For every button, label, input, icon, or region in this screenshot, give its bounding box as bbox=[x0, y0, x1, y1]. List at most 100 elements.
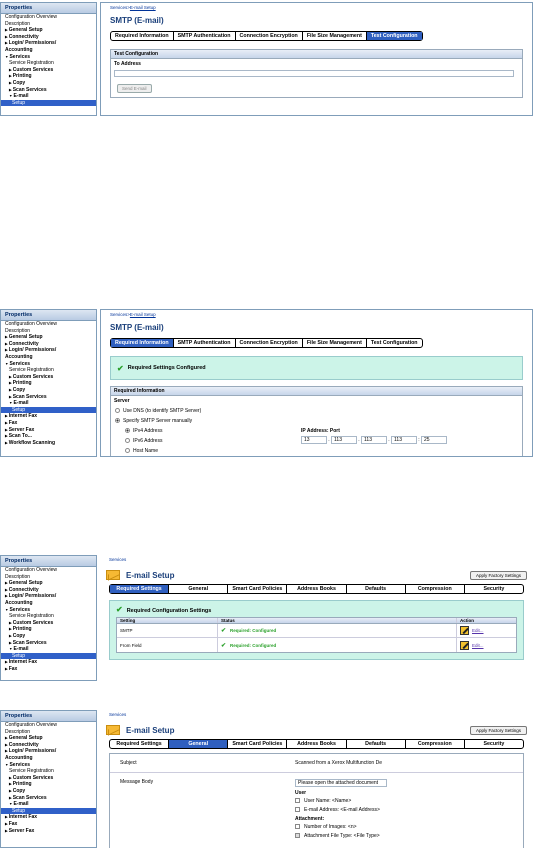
sidebar-item-scan-services[interactable]: ▶Scan Services bbox=[1, 87, 96, 94]
user-email-option[interactable]: E-mail Address: <E-mail Address> bbox=[295, 807, 387, 813]
sidebar-item-custom-services[interactable]: ▶Custom Services bbox=[1, 620, 96, 627]
edit-link[interactable]: Edit... bbox=[472, 628, 484, 633]
sidebar-item-services[interactable]: ▼Services bbox=[1, 762, 96, 769]
tab-compression[interactable]: Compression bbox=[406, 585, 465, 593]
sidebar-item-login-permissions[interactable]: ▶Login/ Permissions/ bbox=[1, 40, 96, 47]
tab-test-configuration[interactable]: Test Configuration bbox=[366, 32, 422, 40]
user-name-option[interactable]: User Name: <Name> bbox=[295, 798, 387, 804]
tab-required-information[interactable]: Required Information bbox=[111, 339, 174, 347]
sidebar-item-printing[interactable]: ▶Printing bbox=[1, 626, 96, 633]
radio-hostname[interactable] bbox=[125, 448, 130, 454]
sidebar-item-copy[interactable]: ▶Copy bbox=[1, 633, 96, 640]
sidebar-item-scan-services[interactable]: ▶Scan Services bbox=[1, 795, 96, 802]
sidebar-item-description[interactable]: Description bbox=[1, 328, 96, 335]
sidebar-item-connectivity[interactable]: ▶Connectivity bbox=[1, 341, 96, 348]
sidebar-item-email[interactable]: ▼E-mail bbox=[1, 646, 96, 653]
sidebar-item-custom-services[interactable]: ▶Custom Services bbox=[1, 775, 96, 782]
sidebar-item-email[interactable]: ▼E-mail bbox=[1, 801, 96, 808]
sidebar-item-accounting[interactable]: Accounting bbox=[1, 600, 96, 607]
sidebar-item-connectivity[interactable]: ▶Connectivity bbox=[1, 742, 96, 749]
user-name-checkbox[interactable] bbox=[295, 798, 300, 804]
tab-file-size-management[interactable]: File Size Management bbox=[303, 32, 367, 40]
tab-required-settings[interactable]: Required Settings bbox=[110, 585, 170, 593]
sidebar-item-scan-services[interactable]: ▶Scan Services bbox=[1, 394, 96, 401]
sidebar-item-scan-services[interactable]: ▶Scan Services bbox=[1, 640, 96, 647]
sidebar-item-general-setup[interactable]: ▶General Setup bbox=[1, 27, 96, 34]
sidebar-item-general-setup[interactable]: ▶General Setup bbox=[1, 580, 96, 587]
sidebar-item-setup[interactable]: Setup bbox=[1, 406, 96, 414]
tab-required-information[interactable]: Required Information bbox=[111, 32, 174, 40]
sidebar-item-services[interactable]: ▼Services bbox=[1, 607, 96, 614]
sidebar-item-configuration-overview[interactable]: Configuration Overview bbox=[1, 321, 96, 328]
file-type-checkbox[interactable] bbox=[295, 833, 300, 839]
sidebar-item-email[interactable]: ▼E-mail bbox=[1, 93, 96, 100]
port-field[interactable]: 25 bbox=[421, 436, 447, 444]
sidebar-item-setup[interactable]: Setup bbox=[1, 99, 96, 107]
send-email-button[interactable]: Send E-mail bbox=[117, 84, 152, 93]
sidebar-item-fax[interactable]: ▶Fax bbox=[1, 666, 96, 673]
edit-pencil-icon[interactable] bbox=[460, 640, 469, 650]
sidebar-item-copy[interactable]: ▶Copy bbox=[1, 80, 96, 87]
sidebar-item-setup[interactable]: Setup bbox=[1, 652, 96, 660]
tab-security[interactable]: Security bbox=[465, 585, 523, 593]
edit-pencil-icon[interactable] bbox=[460, 626, 469, 635]
tab-smtp-authentication[interactable]: SMTP Authentication bbox=[174, 339, 236, 347]
sidebar-item-description[interactable]: Description bbox=[1, 574, 96, 581]
sidebar-item-internet-fax[interactable]: ▶Internet Fax bbox=[1, 814, 96, 821]
tab-connection-encryption[interactable]: Connection Encryption bbox=[236, 32, 303, 40]
sidebar-item-accounting[interactable]: Accounting bbox=[1, 354, 96, 361]
radio-manual[interactable] bbox=[115, 418, 120, 424]
ip-octet-4[interactable]: 113 bbox=[391, 436, 417, 444]
tab-required-settings[interactable]: Required Settings bbox=[110, 740, 170, 748]
num-images-option[interactable]: Number of Images: <n> bbox=[295, 824, 387, 830]
radio-dns[interactable] bbox=[115, 408, 120, 414]
sidebar-item-custom-services[interactable]: ▶Custom Services bbox=[1, 67, 96, 74]
ip-octet-3[interactable]: 113 bbox=[361, 436, 387, 444]
sidebar-item-printing[interactable]: ▶Printing bbox=[1, 73, 96, 80]
sidebar-item-description[interactable]: Description bbox=[1, 729, 96, 736]
ipv6-option[interactable]: IPv6 Address bbox=[121, 436, 301, 446]
sidebar-item-internet-fax[interactable]: ▶Internet Fax bbox=[1, 659, 96, 666]
tab-connection-encryption[interactable]: Connection Encryption bbox=[236, 339, 303, 347]
tab-smart-card-policies[interactable]: Smart Card Policies bbox=[228, 585, 288, 593]
sidebar-item-login-permissions[interactable]: ▶Login/ Permissions/ bbox=[1, 593, 96, 600]
manual-option[interactable]: Specify SMTP Server manually bbox=[111, 416, 522, 426]
sidebar-item-general-setup[interactable]: ▶General Setup bbox=[1, 334, 96, 341]
tab-compression[interactable]: Compression bbox=[406, 740, 465, 748]
sidebar-item-login-permissions[interactable]: ▶Login/ Permissions/ bbox=[1, 748, 96, 755]
sidebar-item-custom-services[interactable]: ▶Custom Services bbox=[1, 374, 96, 381]
tab-address-books[interactable]: Address Books bbox=[287, 740, 347, 748]
user-email-checkbox[interactable] bbox=[295, 807, 300, 813]
tab-file-size-management[interactable]: File Size Management bbox=[303, 339, 367, 347]
ipv4-option[interactable]: IPv4 Address bbox=[121, 426, 301, 436]
sidebar-item-connectivity[interactable]: ▶Connectivity bbox=[1, 587, 96, 594]
sidebar-item-configuration-overview[interactable]: Configuration Overview bbox=[1, 722, 96, 729]
radio-ipv6[interactable] bbox=[125, 438, 130, 444]
sidebar-item-services[interactable]: ▼Services bbox=[1, 54, 96, 61]
num-images-checkbox[interactable] bbox=[295, 824, 300, 830]
edit-link[interactable]: Edit... bbox=[472, 643, 484, 648]
sidebar-item-service-registration[interactable]: Service Registration bbox=[1, 60, 96, 67]
sidebar-item-fax[interactable]: ▶Fax bbox=[1, 420, 96, 427]
sidebar-item-login-permissions[interactable]: ▶Login/ Permissions/ bbox=[1, 347, 96, 354]
sidebar-item-accounting[interactable]: Accounting bbox=[1, 755, 96, 762]
tab-defaults[interactable]: Defaults bbox=[347, 740, 406, 748]
sidebar-item-copy[interactable]: ▶Copy bbox=[1, 788, 96, 795]
hostname-option[interactable]: Host Name bbox=[121, 446, 301, 456]
sidebar-item-printing[interactable]: ▶Printing bbox=[1, 781, 96, 788]
sidebar-item-description[interactable]: Description bbox=[1, 21, 96, 28]
sidebar-item-server-fax[interactable]: ▶Server Fax bbox=[1, 427, 96, 434]
sidebar-item-setup[interactable]: Setup bbox=[1, 807, 96, 815]
sidebar-item-fax[interactable]: ▶Fax bbox=[1, 821, 96, 828]
sidebar-item-configuration-overview[interactable]: Configuration Overview bbox=[1, 567, 96, 574]
tab-smtp-authentication[interactable]: SMTP Authentication bbox=[174, 32, 236, 40]
sidebar-item-accounting[interactable]: Accounting bbox=[1, 47, 96, 54]
sidebar-item-connectivity[interactable]: ▶Connectivity bbox=[1, 34, 96, 41]
tab-smart-card-policies[interactable]: Smart Card Policies bbox=[228, 740, 288, 748]
sidebar-item-scan-to[interactable]: ▶Scan To... bbox=[1, 433, 96, 440]
sidebar-item-service-registration[interactable]: Service Registration bbox=[1, 367, 96, 374]
sidebar-item-email[interactable]: ▼E-mail bbox=[1, 400, 96, 407]
dns-option[interactable]: Use DNS (to identify SMTP Server) bbox=[111, 406, 522, 416]
tab-general[interactable]: General bbox=[169, 740, 229, 748]
sidebar-item-copy[interactable]: ▶Copy bbox=[1, 387, 96, 394]
